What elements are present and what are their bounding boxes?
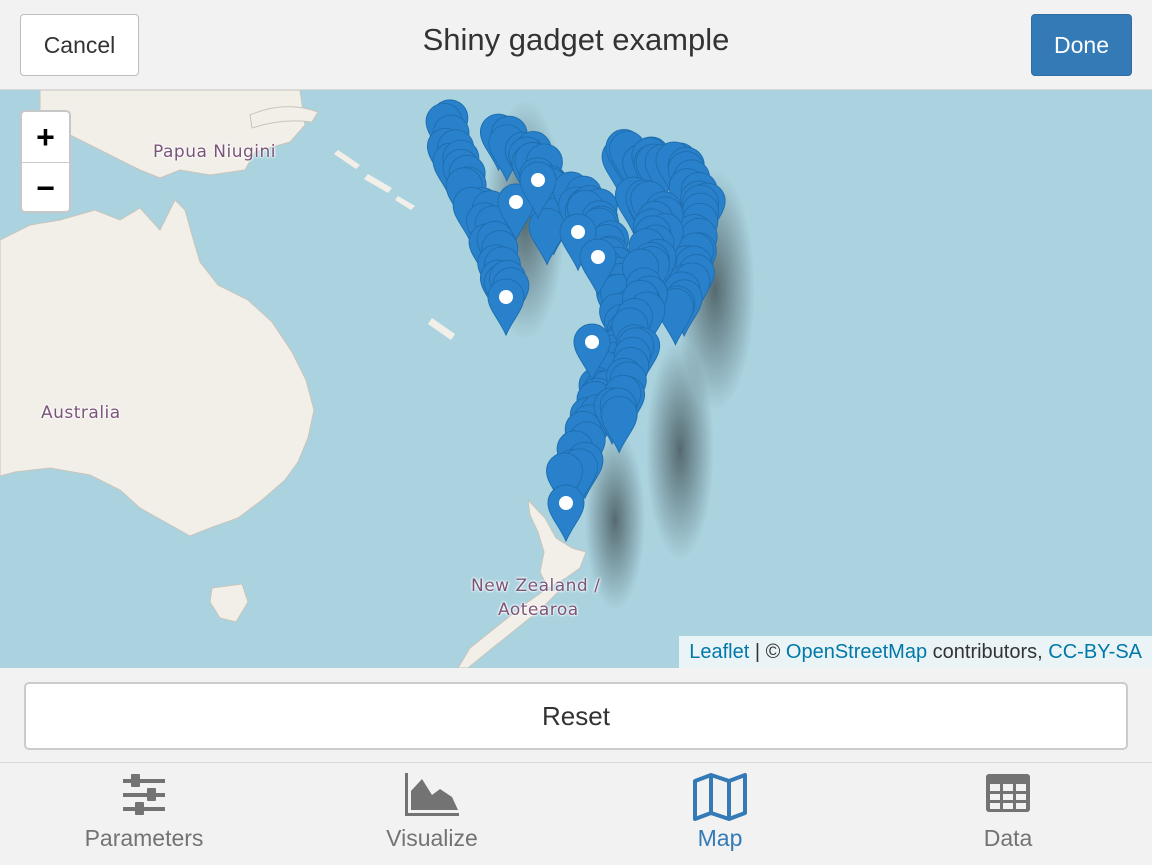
marker-dot <box>559 496 573 510</box>
leaflet-map[interactable]: Papua Niugini Australia New Zealand / Ao… <box>0 90 1152 668</box>
gadget-tab-bar: Parameters Visualize Map Data <box>0 762 1152 865</box>
map-attribution: Leaflet | © OpenStreetMap contributors, … <box>679 636 1152 668</box>
zoom-out-button[interactable]: − <box>22 163 69 213</box>
done-button[interactable]: Done <box>1031 14 1132 76</box>
marker-dot <box>531 173 545 187</box>
marker-dot <box>585 335 599 349</box>
label-aotearoa: Aotearoa <box>498 600 579 620</box>
page-title: Shiny gadget example <box>422 22 730 57</box>
marker-dot <box>591 250 605 264</box>
landmass-new-caledonia <box>428 318 455 340</box>
area-chart-icon <box>405 773 459 816</box>
tab-label-parameters: Parameters <box>84 825 204 851</box>
tab-visualize[interactable]: Visualize <box>288 763 576 865</box>
marker-dot <box>499 290 513 304</box>
openstreetmap-link[interactable]: OpenStreetMap <box>786 641 927 663</box>
label-australia: Australia <box>41 403 121 423</box>
leaflet-link[interactable]: Leaflet <box>689 641 749 663</box>
landmass-solomon-3 <box>395 196 415 210</box>
label-papua-niugini: Papua Niugini <box>153 142 277 162</box>
zoom-control: + − <box>20 110 71 213</box>
landmass-tasmania <box>209 583 249 623</box>
landmass-papua <box>39 90 306 179</box>
marker-dot <box>509 195 523 209</box>
gadget-title-bar: Cancel Shiny gadget example Done <box>0 0 1152 90</box>
tab-label-visualize: Visualize <box>386 825 478 851</box>
attribution-contributors: contributors, <box>927 641 1049 663</box>
attribution-separator: | © <box>749 641 786 663</box>
tab-label-data: Data <box>983 825 1033 851</box>
landmass-solomon-2 <box>364 174 392 193</box>
label-new-zealand: New Zealand / <box>471 576 601 596</box>
tab-parameters[interactable]: Parameters <box>0 763 288 865</box>
tab-data[interactable]: Data <box>864 763 1152 865</box>
landmass-solomon-1 <box>334 150 360 169</box>
marker-dot <box>571 225 585 239</box>
zoom-in-button[interactable]: + <box>22 112 69 163</box>
license-link[interactable]: CC-BY-SA <box>1048 641 1142 663</box>
cancel-button[interactable]: Cancel <box>20 14 139 76</box>
table-icon <box>986 774 1030 812</box>
sliders-icon <box>123 774 165 815</box>
tab-map[interactable]: Map <box>576 763 864 865</box>
landmass-australia <box>0 199 315 537</box>
reset-button[interactable]: Reset <box>24 682 1128 750</box>
map-icon <box>693 773 747 821</box>
tab-label-map: Map <box>697 825 743 851</box>
